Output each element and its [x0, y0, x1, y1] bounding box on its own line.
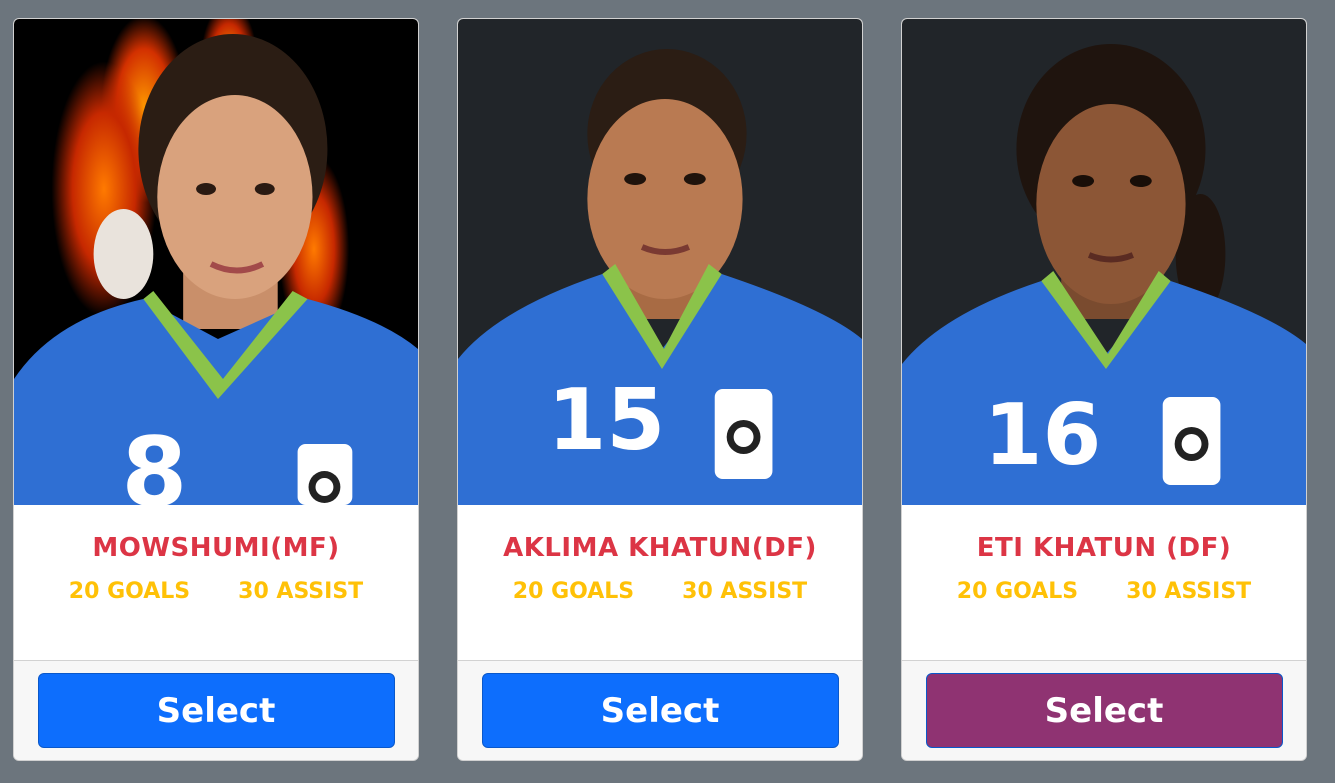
- card-footer: Select: [458, 660, 862, 760]
- player-card: 8 MOWSHUMI(MF) 20 GOALS 30 ASSIST Select: [13, 18, 419, 761]
- card-footer: Select: [902, 660, 1306, 760]
- goals-stat: 20 GOALS: [956, 579, 1079, 604]
- player-card: 16 ETI KHATUN (DF) 20 GOALS 30 ASSIST Se…: [901, 18, 1307, 761]
- jersey-number: 16: [984, 385, 1102, 484]
- assist-stat: 30 ASSIST: [682, 579, 808, 604]
- player-portrait: 16: [902, 19, 1306, 505]
- select-button[interactable]: Select: [925, 673, 1283, 748]
- player-stats: 20 GOALS 30 ASSIST: [902, 577, 1306, 607]
- player-card-grid: 8 MOWSHUMI(MF) 20 GOALS 30 ASSIST Select: [13, 18, 1307, 761]
- jersey-number: 8: [121, 418, 187, 505]
- player-photo: 16: [902, 19, 1306, 505]
- select-button[interactable]: Select: [37, 673, 395, 748]
- goals-stat: 20 GOALS: [68, 579, 191, 604]
- player-photo: 15: [458, 19, 862, 505]
- jersey-number: 15: [548, 370, 666, 469]
- card-body: AKLIMA KHATUN(DF) 20 GOALS 30 ASSIST: [458, 505, 862, 660]
- assist-stat: 30 ASSIST: [238, 579, 364, 604]
- player-photo: 8: [14, 19, 418, 505]
- player-stats: 20 GOALS 30 ASSIST: [458, 577, 862, 607]
- select-button[interactable]: Select: [481, 673, 839, 748]
- player-name: ETI KHATUN (DF): [976, 533, 1232, 563]
- player-portrait: 15: [458, 19, 862, 505]
- goals-stat: 20 GOALS: [512, 579, 635, 604]
- card-body: ETI KHATUN (DF) 20 GOALS 30 ASSIST: [902, 505, 1306, 660]
- card-body: MOWSHUMI(MF) 20 GOALS 30 ASSIST: [14, 505, 418, 660]
- player-stats: 20 GOALS 30 ASSIST: [14, 577, 418, 607]
- player-name: AKLIMA KHATUN(DF): [503, 533, 817, 563]
- assist-stat: 30 ASSIST: [1126, 579, 1252, 604]
- card-footer: Select: [14, 660, 418, 760]
- player-portrait: 8: [14, 19, 418, 505]
- player-card: 15 AKLIMA KHATUN(DF) 20 GOALS 30 ASSIST …: [457, 18, 863, 761]
- player-name: MOWSHUMI(MF): [92, 533, 340, 563]
